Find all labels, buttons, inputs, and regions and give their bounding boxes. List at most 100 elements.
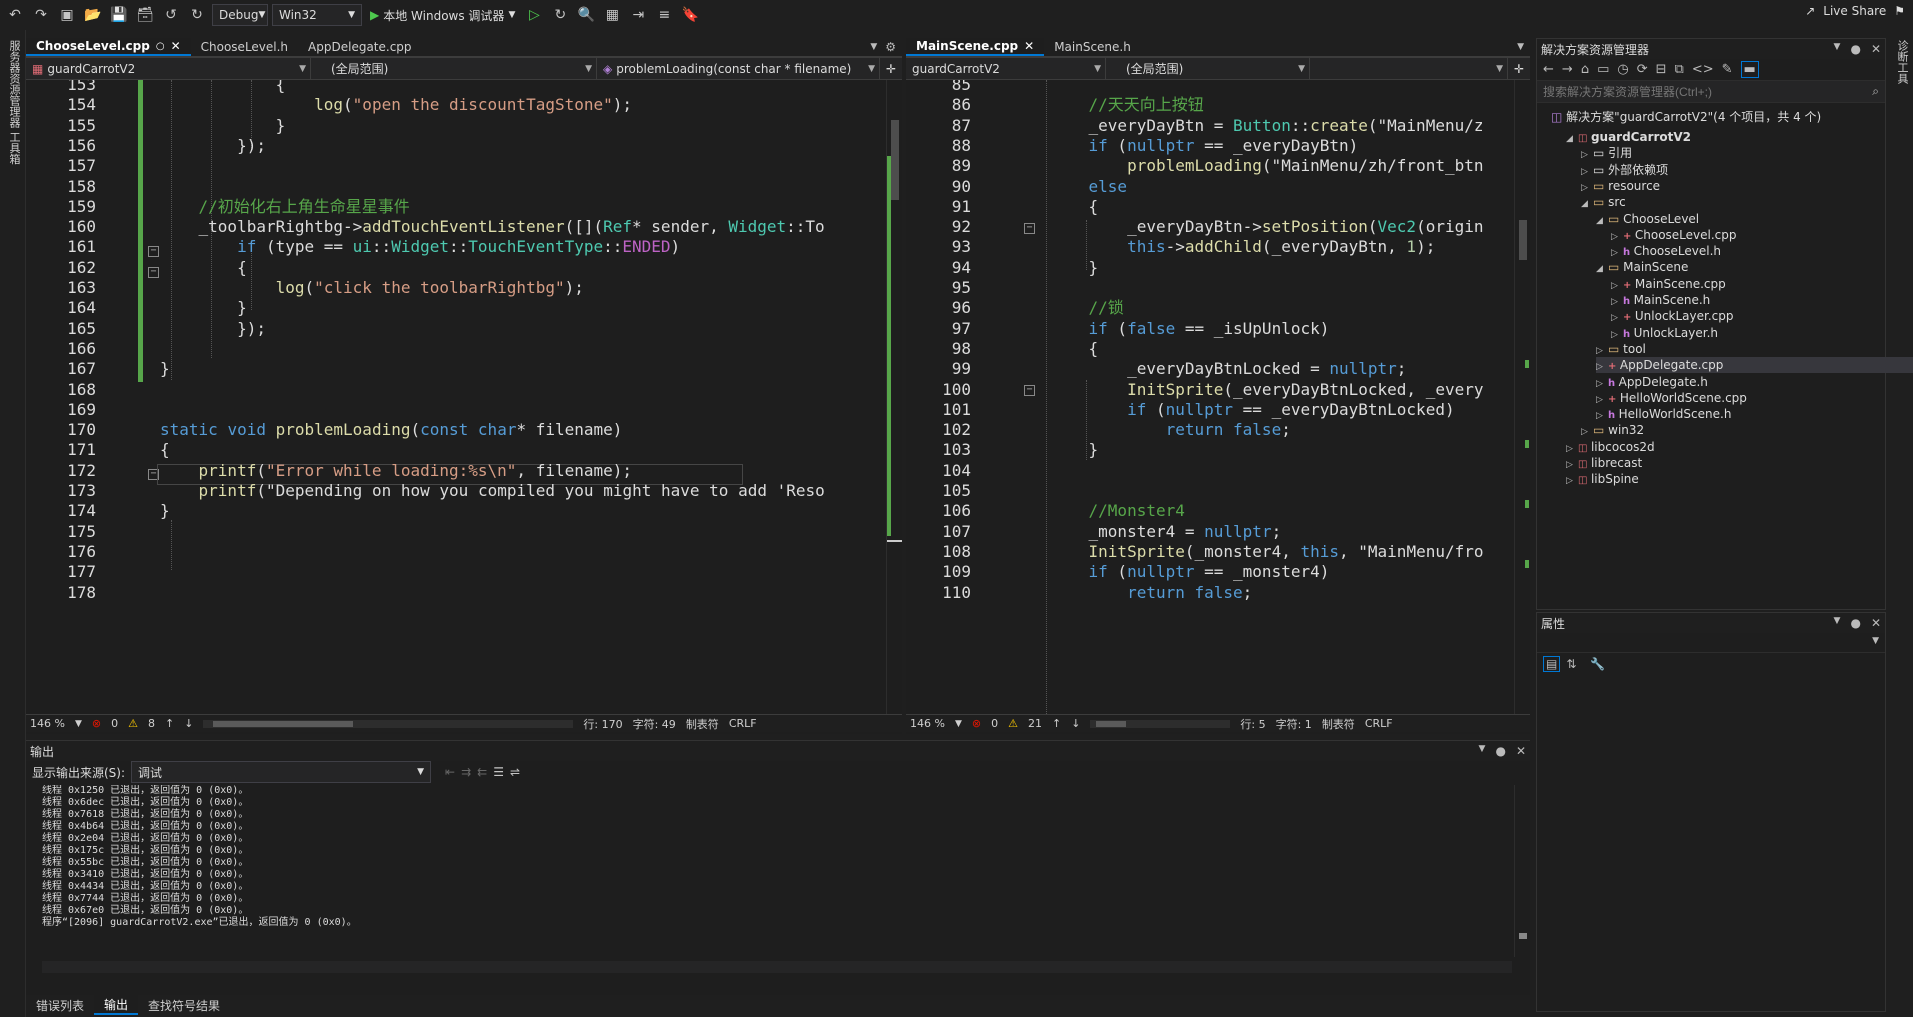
split-icon[interactable]: ✛ <box>880 58 902 79</box>
tab-mainscene-h[interactable]: MainScene.h <box>1044 38 1141 56</box>
output-text[interactable]: 线程 0x1250 已退出，返回值为 0 (0x0)。 线程 0x6dec 已退出… <box>26 785 1530 973</box>
property-pages-icon[interactable]: 🔧 <box>1590 657 1605 671</box>
scroll-thumb[interactable] <box>891 120 899 200</box>
collapse-all-icon[interactable]: ⊟ <box>1656 62 1667 77</box>
solution-search-input[interactable] <box>1543 84 1873 99</box>
h-scroll-thumb[interactable] <box>213 720 354 727</box>
line-indicator[interactable]: 行: 170 <box>583 716 622 732</box>
expanded-icon[interactable]: ◢ <box>1581 196 1593 212</box>
close-icon[interactable]: ✕ <box>1871 42 1881 56</box>
close-icon[interactable]: ✕ <box>1871 616 1881 630</box>
tab-overflow-icon[interactable]: ▼ <box>1517 42 1524 52</box>
indent-mode[interactable]: 制表符 <box>686 716 719 732</box>
prev-issue-icon[interactable]: ↑ <box>1052 717 1061 730</box>
scroll-thumb[interactable] <box>1519 220 1527 260</box>
char-indicator[interactable]: 字符: 1 <box>1276 716 1312 732</box>
output-source-select[interactable]: 调试 ▼ <box>131 761 432 783</box>
code-view-icon[interactable]: <> <box>1692 62 1714 77</box>
horizontal-scrollbar[interactable] <box>1090 719 1231 728</box>
tree-item[interactable]: ▷ ▭ 引用 <box>1581 145 1632 161</box>
home-icon[interactable]: ⌂ <box>1581 62 1589 77</box>
tree-item[interactable]: ▷ ▭ resource <box>1581 178 1660 194</box>
back-icon[interactable]: ← <box>1543 62 1554 77</box>
error-count[interactable]: 0 <box>991 717 998 730</box>
find-message-icon[interactable]: ⇤ <box>445 765 455 779</box>
output-vscroll[interactable] <box>1514 785 1530 957</box>
tab-chooselevel-h[interactable]: ChooseLevel.h <box>191 38 298 56</box>
code-line[interactable]: }); <box>160 316 266 341</box>
tab-overflow-icon[interactable]: ▼ <box>870 42 877 52</box>
forward-icon[interactable]: → <box>1562 62 1573 77</box>
save-icon[interactable]: 💾 <box>108 4 130 26</box>
properties-object-select[interactable]: ▼ <box>1537 633 1885 653</box>
find-in-files-icon[interactable]: 🔍 <box>575 4 597 26</box>
solution-root[interactable]: ◫ 解决方案"guardCarrotV2"(4 个项目，共 4 个) <box>1551 109 1821 125</box>
close-icon[interactable]: ✕ <box>171 39 181 53</box>
line-indicator[interactable]: 行: 5 <box>1240 716 1265 732</box>
back-icon[interactable]: ↶ <box>4 4 26 26</box>
tree-item[interactable]: ▷ + MainScene.cpp <box>1611 276 1726 292</box>
member-dropdown[interactable]: ▼ <box>1310 58 1508 79</box>
open-folder-icon[interactable]: 📂 <box>82 4 104 26</box>
forward-icon[interactable]: ↷ <box>30 4 52 26</box>
tree-item[interactable]: ◢ ▭ ChooseLevel <box>1596 211 1699 227</box>
dropdown-icon[interactable]: ▼ <box>1479 744 1486 758</box>
zoom-level[interactable]: 146 % <box>910 717 945 730</box>
tree-item[interactable]: ▷ ▭ win32 <box>1581 422 1644 438</box>
pin-icon[interactable]: ○ <box>156 41 165 52</box>
tab-appdelegate-cpp[interactable]: AppDelegate.cpp <box>298 38 422 56</box>
feedback-icon[interactable]: ⚑ <box>1894 4 1905 18</box>
tree-item[interactable]: ◢ ◫ guardCarrotV2 <box>1566 129 1691 145</box>
comment-icon[interactable]: ≡ <box>653 4 675 26</box>
clear-all-icon[interactable]: ☰ <box>493 765 504 779</box>
show-all-files-icon[interactable]: ⧉ <box>1675 62 1684 77</box>
hot-reload-icon[interactable]: ↻ <box>549 4 571 26</box>
platform-select[interactable]: Win32 ▼ <box>272 4 362 26</box>
code-line[interactable]: } <box>160 498 170 523</box>
indent-mode[interactable]: 制表符 <box>1322 716 1355 732</box>
tab-chooselevel-cpp[interactable]: ChooseLevel.cpp ○ ✕ <box>26 38 191 56</box>
expanded-icon[interactable]: ◢ <box>1566 131 1578 147</box>
error-count[interactable]: 0 <box>111 717 118 730</box>
scope-dropdown[interactable]: (全局范围) ▼ <box>1106 58 1310 79</box>
right-tool-label[interactable]: 诊断工具 <box>1894 40 1910 84</box>
tree-item[interactable]: ▷ + ChooseLevel.cpp <box>1611 227 1737 243</box>
alphabetical-icon[interactable]: ⇅ <box>1566 657 1576 671</box>
fold-toggle[interactable]: − <box>1024 385 1035 396</box>
prev-issue-icon[interactable]: ↑ <box>165 717 174 730</box>
next-message-icon[interactable]: ⇇ <box>477 765 487 779</box>
close-icon[interactable]: ✕ <box>1516 744 1526 758</box>
code-line[interactable]: } <box>160 356 170 381</box>
char-indicator[interactable]: 字符: 49 <box>633 716 676 732</box>
tree-item[interactable]: ▷ + HelloWorldScene.cpp <box>1596 390 1747 406</box>
pin-icon[interactable]: ● <box>1495 744 1505 758</box>
code-line[interactable]: return false; <box>1050 580 1252 605</box>
layout-icon[interactable]: ▦ <box>601 4 623 26</box>
scope-dropdown[interactable]: (全局范围) ▼ <box>311 58 597 79</box>
eol-mode[interactable]: CRLF <box>729 717 757 730</box>
code-line[interactable]: static void problemLoading(const char* f… <box>160 417 622 442</box>
tree-item[interactable]: ▷ h HelloWorldScene.h <box>1596 406 1731 422</box>
switch-view-icon[interactable]: ▭ <box>1597 62 1609 77</box>
tree-item[interactable]: ▷ h UnlockLayer.h <box>1611 325 1718 341</box>
solution-search[interactable]: ⌕ <box>1537 81 1885 103</box>
dropdown-icon[interactable]: ▼ <box>1834 42 1841 56</box>
tree-item[interactable]: ▷ h MainScene.h <box>1611 292 1710 308</box>
new-project-icon[interactable]: ▣ <box>56 4 78 26</box>
tab-mainscene-cpp[interactable]: MainScene.cpp ✕ <box>906 38 1045 56</box>
code-line[interactable]: }); <box>160 133 266 158</box>
redo-icon[interactable]: ↻ <box>186 4 208 26</box>
code-line[interactable]: } <box>1050 437 1099 462</box>
close-icon[interactable]: ✕ <box>1024 39 1034 53</box>
code-line[interactable]: this->addChild(_everyDayBtn, 1); <box>1050 234 1435 259</box>
properties-icon[interactable]: ✎ <box>1722 62 1733 77</box>
code-line[interactable]: } <box>1050 255 1099 280</box>
zoom-level[interactable]: 146 % <box>30 717 65 730</box>
next-issue-icon[interactable]: ↓ <box>184 717 193 730</box>
h-scroll-thumb[interactable] <box>1096 720 1127 727</box>
vertical-scrollbar[interactable] <box>1514 80 1530 714</box>
warning-count[interactable]: 8 <box>148 717 155 730</box>
code-line[interactable]: printf("Depending on how you compiled yo… <box>160 478 825 503</box>
project-dropdown[interactable]: guardCarrotV2 ▼ <box>906 58 1106 79</box>
tree-item[interactable]: ▷ h AppDelegate.h <box>1596 374 1708 390</box>
